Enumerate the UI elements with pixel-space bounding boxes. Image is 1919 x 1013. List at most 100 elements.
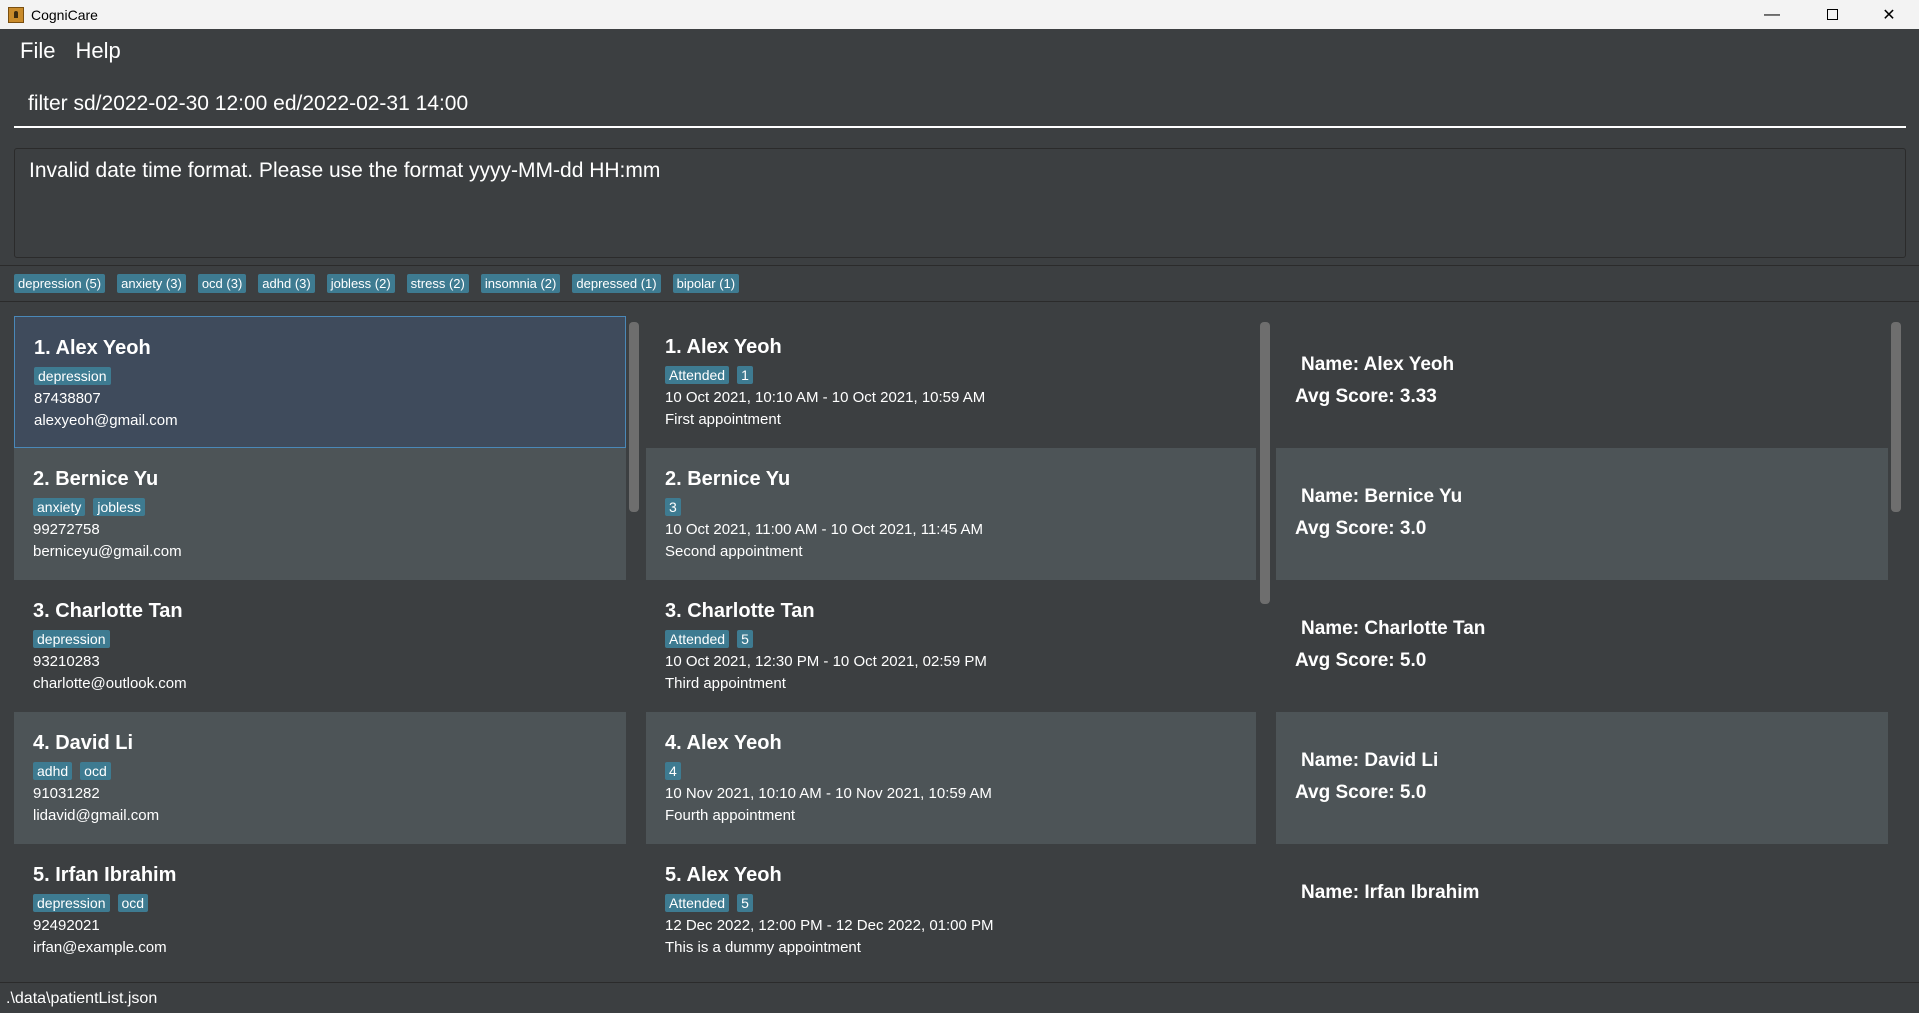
appointment-tag: Attended xyxy=(665,894,730,912)
menu-bar: File Help xyxy=(0,29,1919,72)
appointment-description: Third appointment xyxy=(665,675,786,692)
score-patient-name: Name: Bernice Yu xyxy=(1301,486,1463,507)
appointment-tag: 3 xyxy=(665,498,681,516)
scroll-thumb[interactable] xyxy=(1260,322,1270,604)
score-list-scrollbar[interactable] xyxy=(1891,322,1901,962)
result-display: Invalid date time format. Please use the… xyxy=(14,148,1906,258)
menu-help[interactable]: Help xyxy=(65,38,130,64)
appointment-time: 10 Oct 2021, 11:00 AM - 10 Oct 2021, 11:… xyxy=(665,521,983,538)
score-card[interactable]: Name: Bernice Yu Avg Score: 3.0 xyxy=(1276,448,1888,580)
patient-tag: jobless xyxy=(93,498,145,516)
patient-tag: depression xyxy=(33,894,110,912)
appointment-description: This is a dummy appointment xyxy=(665,939,861,956)
tag-chip: ocd (3) xyxy=(197,274,247,293)
patient-name: 4. David Li xyxy=(33,732,134,754)
status-bar: .\data\patientList.json xyxy=(0,982,1919,1013)
appointment-tag: 4 xyxy=(665,762,681,780)
patient-card[interactable]: 4. David Li adhd ocd 91031282 lidavid@gm… xyxy=(14,712,626,844)
command-box xyxy=(0,72,1919,140)
score-patient-name: Name: Alex Yeoh xyxy=(1301,354,1455,375)
patient-tag: anxiety xyxy=(33,498,86,516)
patient-email: charlotte@outlook.com xyxy=(33,675,187,692)
close-icon[interactable]: ✕ xyxy=(1866,0,1912,29)
appointment-time: 10 Nov 2021, 10:10 AM - 10 Nov 2021, 10:… xyxy=(665,785,992,802)
patient-phone: 87438807 xyxy=(34,390,101,407)
score-average: Avg Score: 3.0 xyxy=(1295,518,1427,539)
tag-chip: anxiety (3) xyxy=(117,274,186,293)
patient-phone: 91031282 xyxy=(33,785,100,802)
window-title: CogniCare xyxy=(31,6,98,23)
save-location: .\data\patientList.json xyxy=(6,990,158,1007)
patient-list-scrollbar[interactable] xyxy=(629,322,639,962)
menu-file[interactable]: File xyxy=(10,38,65,64)
appointment-card[interactable]: 1. Alex Yeoh Attended 1 10 Oct 2021, 10:… xyxy=(646,316,1256,448)
appointment-tag: 5 xyxy=(737,630,753,648)
tag-chip: stress (2) xyxy=(406,274,469,293)
tag-chip: depressed (1) xyxy=(572,274,661,293)
patient-card[interactable]: 3. Charlotte Tan depression 93210283 cha… xyxy=(14,580,626,712)
appointment-card[interactable]: 2. Bernice Yu 3 10 Oct 2021, 11:00 AM - … xyxy=(646,448,1256,580)
patient-tag: adhd xyxy=(33,762,73,780)
appointment-patient: 1. Alex Yeoh xyxy=(665,336,782,358)
appointment-description: Second appointment xyxy=(665,543,803,560)
patient-email: irfan@example.com xyxy=(33,939,167,956)
patient-card[interactable]: 1. Alex Yeoh depression 87438807 alexyeo… xyxy=(14,316,626,448)
appointment-card[interactable]: 4. Alex Yeoh 4 10 Nov 2021, 10:10 AM - 1… xyxy=(646,712,1256,844)
patient-phone: 92492021 xyxy=(33,917,100,934)
score-average: Avg Score: 3.33 xyxy=(1295,386,1437,407)
patient-name: 3. Charlotte Tan xyxy=(33,600,183,622)
appointment-time: 10 Oct 2021, 12:30 PM - 10 Oct 2021, 02:… xyxy=(665,653,987,670)
minimize-icon[interactable]: — xyxy=(1749,0,1795,29)
patient-email: alexyeoh@gmail.com xyxy=(34,412,178,429)
tag-summary-bar: depression (5) anxiety (3) ocd (3) adhd … xyxy=(0,265,1919,302)
appointment-list-scrollbar[interactable] xyxy=(1260,322,1270,962)
scroll-thumb[interactable] xyxy=(629,322,639,512)
scroll-thumb[interactable] xyxy=(1891,322,1901,512)
app-icon xyxy=(8,6,24,23)
appointment-patient: 5. Alex Yeoh xyxy=(665,864,782,886)
patient-tag: ocd xyxy=(117,894,149,912)
tag-chip: adhd (3) xyxy=(258,274,315,293)
tag-chip: depression (5) xyxy=(14,274,106,293)
appointment-tag: 5 xyxy=(737,894,753,912)
tag-chip: jobless (2) xyxy=(326,274,395,293)
score-list: Name: Alex Yeoh Avg Score: 3.33 Name: Be… xyxy=(1276,316,1888,966)
maximize-icon[interactable] xyxy=(1809,0,1855,29)
score-patient-name: Name: Irfan Ibrahim xyxy=(1301,882,1480,903)
score-card[interactable]: Name: David Li Avg Score: 5.0 xyxy=(1276,712,1888,844)
score-card[interactable]: Name: Alex Yeoh Avg Score: 3.33 xyxy=(1276,316,1888,448)
appointment-time: 10 Oct 2021, 10:10 AM - 10 Oct 2021, 10:… xyxy=(665,389,986,406)
patient-name: 1. Alex Yeoh xyxy=(34,337,151,359)
patient-phone: 99272758 xyxy=(33,521,100,538)
tag-chip: bipolar (1) xyxy=(672,274,740,293)
patient-name: 2. Bernice Yu xyxy=(33,468,159,490)
result-message: Invalid date time format. Please use the… xyxy=(29,159,661,182)
score-card[interactable]: Name: Charlotte Tan Avg Score: 5.0 xyxy=(1276,580,1888,712)
score-card[interactable]: Name: Irfan Ibrahim xyxy=(1276,844,1888,966)
tag-chip: insomnia (2) xyxy=(480,274,561,293)
appointment-tag: Attended xyxy=(665,366,730,384)
command-input[interactable] xyxy=(14,82,1906,128)
appointment-list: 1. Alex Yeoh Attended 1 10 Oct 2021, 10:… xyxy=(646,316,1256,966)
appointment-description: Fourth appointment xyxy=(665,807,796,824)
appointment-patient: 3. Charlotte Tan xyxy=(665,600,815,622)
appointment-patient: 2. Bernice Yu xyxy=(665,468,791,490)
patient-tag: depression xyxy=(33,630,110,648)
appointment-description: First appointment xyxy=(665,411,781,428)
appointment-tag: 1 xyxy=(737,366,753,384)
score-average: Avg Score: 5.0 xyxy=(1295,650,1427,671)
patient-email: berniceyu@gmail.com xyxy=(33,543,182,560)
patient-tag: depression xyxy=(34,367,111,385)
appointment-card[interactable]: 3. Charlotte Tan Attended 5 10 Oct 2021,… xyxy=(646,580,1256,712)
patient-name: 5. Irfan Ibrahim xyxy=(33,864,177,886)
appointment-time: 12 Dec 2022, 12:00 PM - 12 Dec 2022, 01:… xyxy=(665,917,994,934)
score-patient-name: Name: David Li xyxy=(1301,750,1439,771)
patient-email: lidavid@gmail.com xyxy=(33,807,160,824)
appointment-tag: Attended xyxy=(665,630,730,648)
patient-phone: 93210283 xyxy=(33,653,100,670)
appointment-card[interactable]: 5. Alex Yeoh Attended 5 12 Dec 2022, 12:… xyxy=(646,844,1256,966)
patient-card[interactable]: 5. Irfan Ibrahim depression ocd 92492021… xyxy=(14,844,626,966)
patient-card[interactable]: 2. Bernice Yu anxiety jobless 99272758 b… xyxy=(14,448,626,580)
score-patient-name: Name: Charlotte Tan xyxy=(1301,618,1486,639)
appointment-patient: 4. Alex Yeoh xyxy=(665,732,782,754)
